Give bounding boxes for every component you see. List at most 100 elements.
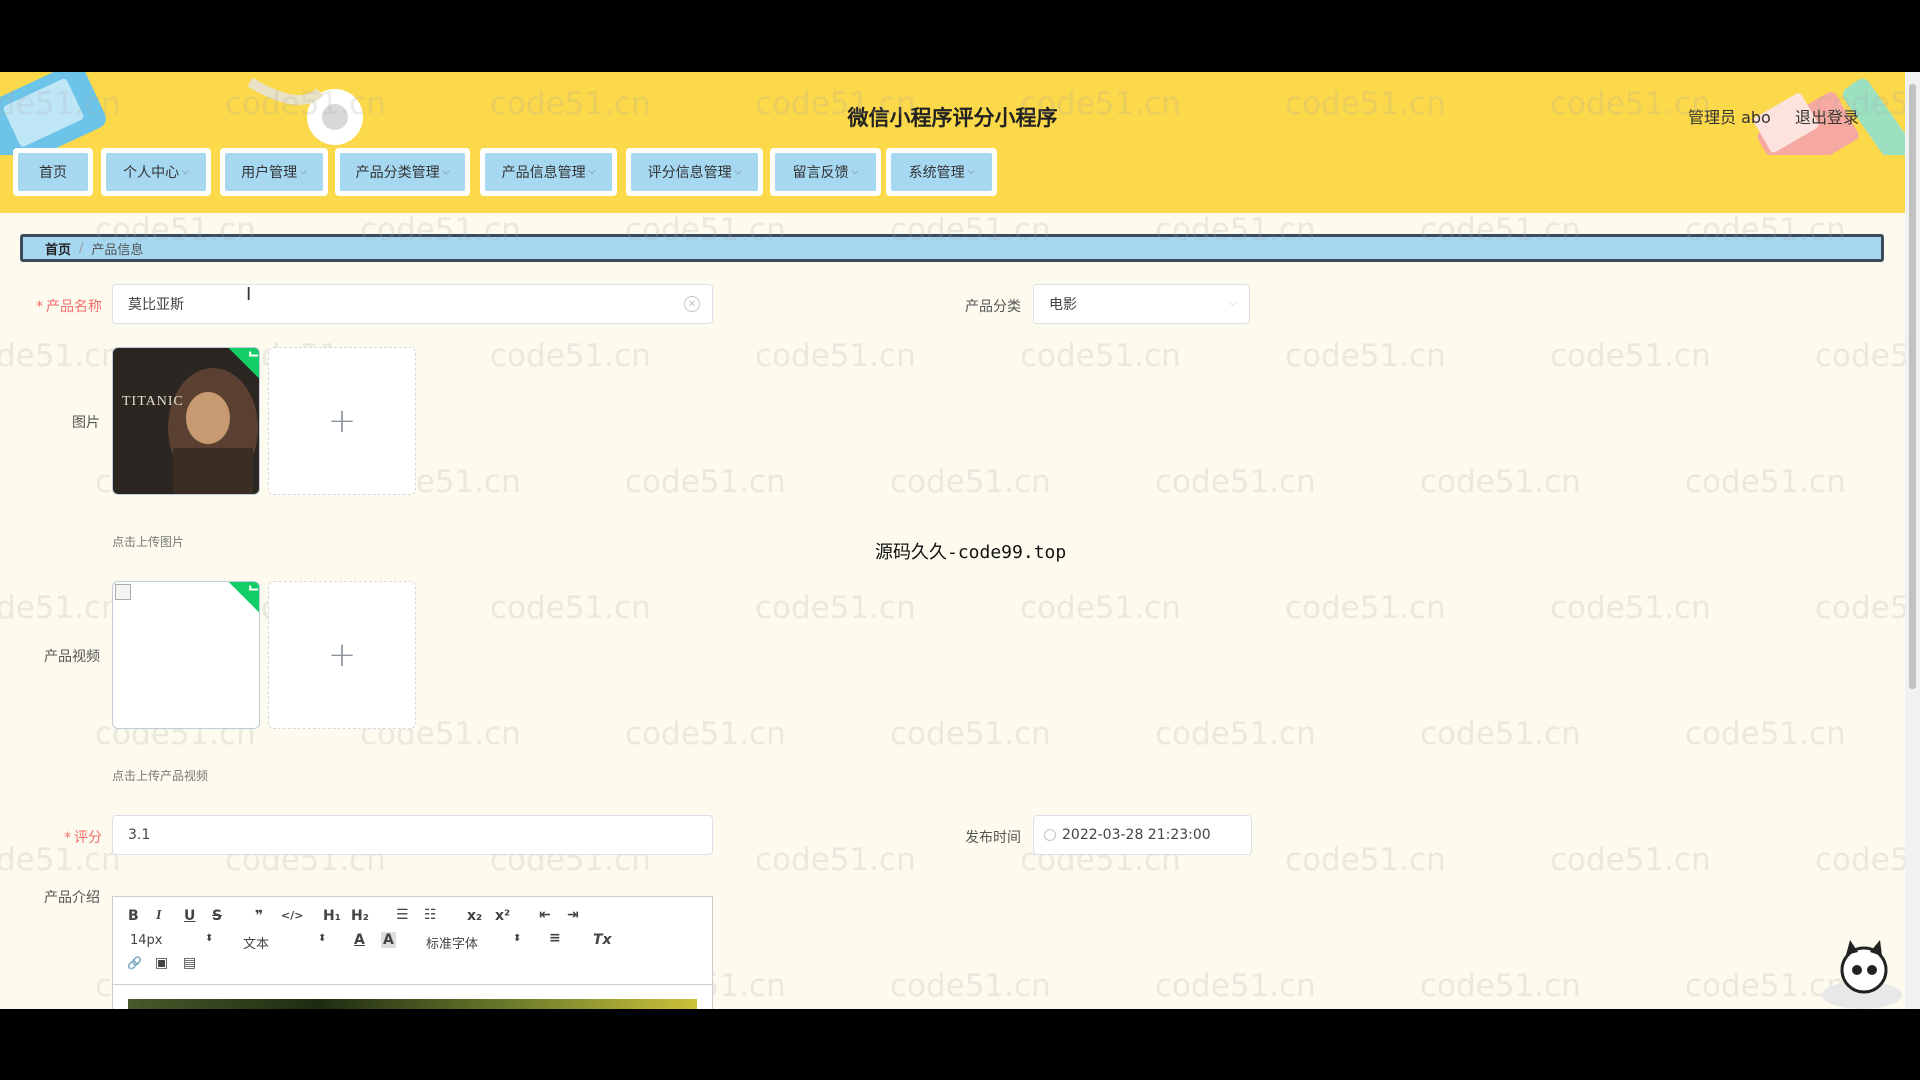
watermark-text: code51.cn — [1155, 464, 1316, 500]
video-upload-add-button[interactable]: + — [268, 581, 416, 729]
watermark-text: code51.cn — [1020, 590, 1181, 626]
rich-text-editor[interactable]: B I U S ❞ </> H₁ H₂ ☰ ☷ x₂ x² ⇤ ⇥ 14px ⬍… — [112, 896, 713, 1009]
chevron-down-icon: ⌵ — [734, 167, 742, 177]
product-name-input[interactable]: 莫比亚斯 ✕ — [112, 284, 713, 324]
logout-link[interactable]: 退出登录 — [1795, 104, 1859, 128]
watermark-text: code51.cn — [1020, 338, 1181, 374]
nav-item-personal-center[interactable]: 个人中心 ⌵ — [101, 148, 211, 196]
font-family-select[interactable]: 标准字体 — [426, 933, 478, 952]
superscript-button[interactable]: x² — [495, 908, 510, 924]
watermark-text: code51.cn — [625, 716, 786, 752]
chevron-down-icon: ⌵ — [442, 167, 450, 177]
score-label: * 评分 — [2, 827, 102, 847]
h2-button[interactable]: H₂ — [351, 908, 369, 924]
bullet-list-button[interactable]: ☷ — [424, 907, 437, 923]
image-button[interactable]: ▣ — [155, 955, 168, 971]
nav-item-product-management[interactable]: 产品信息管理 ⌵ — [480, 148, 617, 196]
watermark-text: code51.cn — [755, 590, 916, 626]
watermark-text: code51.cn — [1685, 716, 1846, 752]
font-size-select[interactable]: 14px — [130, 933, 163, 948]
select-arrows-icon: ⬍ — [513, 933, 522, 944]
code-button[interactable]: </> — [281, 909, 303, 922]
vertical-scrollbar[interactable] — [1905, 72, 1920, 1009]
watermark-text: code51.cn — [890, 464, 1051, 500]
watermark-text: code51.cn — [1155, 716, 1316, 752]
app-title: 微信小程序评分小程序 — [847, 106, 1058, 130]
publish-time-label: 发布时间 — [965, 830, 1021, 846]
watermark-text: code51.cn — [1550, 842, 1711, 878]
nav-item-home[interactable]: 首页 — [13, 148, 93, 196]
video-upload-hint: 点击上传产品视频 — [112, 769, 209, 783]
watermark-text: code51.cn — [1285, 842, 1446, 878]
block-type-select[interactable]: 文本 — [243, 933, 269, 952]
video-thumbnail[interactable] — [112, 581, 260, 729]
publish-time-input[interactable]: 2022-03-28 21:23:00 — [1033, 815, 1252, 855]
underline-button[interactable]: U — [184, 908, 195, 924]
watermark-text: code51.cn — [625, 464, 786, 500]
strike-button[interactable]: S — [212, 908, 222, 924]
image-label: 图片 — [72, 415, 100, 431]
bold-button[interactable]: B — [128, 908, 139, 924]
chevron-down-icon: ⌵ — [182, 167, 189, 177]
header: 微信小程序评分小程序 管理员 abo 退出登录 — [0, 72, 1920, 155]
watermark-text: code51.cn — [1155, 968, 1316, 1004]
nav-label: 留言反馈 — [792, 165, 849, 181]
font-color-button[interactable]: A — [354, 932, 365, 948]
breadcrumb-separator: / — [79, 240, 84, 256]
watermark-text: code51.cn — [890, 968, 1051, 1004]
indent-button[interactable]: ⇥ — [567, 907, 579, 923]
image-thumbnail[interactable]: TITANIC — [112, 347, 260, 495]
admin-user-label: 管理员 abo — [1688, 108, 1771, 127]
nav-item-feedback[interactable]: 留言反馈 ⌵ — [770, 148, 881, 196]
product-name-value: 莫比亚斯 — [128, 297, 184, 313]
watermark-text: code51.cn — [1420, 716, 1581, 752]
watermark-text: code51.cn — [490, 338, 651, 374]
nav-item-system-management[interactable]: 系统管理 ⌵ — [886, 148, 997, 196]
watermark-text: code51.cn — [0, 590, 121, 626]
nav-label: 个人中心 — [123, 165, 180, 181]
watermark-text: code51.cn — [1550, 590, 1711, 626]
nav-item-user-management[interactable]: 用户管理 ⌵ — [220, 148, 328, 196]
check-icon — [249, 585, 259, 591]
editor-toolbar: B I U S ❞ </> H₁ H₂ ☰ ☷ x₂ x² ⇤ ⇥ 14px ⬍… — [113, 897, 712, 985]
chevron-down-icon: ⌵ — [300, 167, 307, 177]
ordered-list-button[interactable]: ☰ — [396, 907, 409, 923]
watermark-text: code51.cn — [1550, 338, 1711, 374]
score-input[interactable]: 3.1 — [112, 815, 713, 855]
outdent-button[interactable]: ⇤ — [539, 907, 551, 923]
h1-button[interactable]: H₁ — [323, 908, 341, 924]
watermark-text: code51.cn — [0, 842, 121, 878]
link-button[interactable]: 🔗 — [127, 956, 142, 970]
italic-button[interactable]: I — [156, 908, 161, 924]
align-button[interactable]: ≡ — [549, 930, 561, 946]
background-color-button[interactable]: A — [381, 932, 396, 948]
watermark-text: code51.cn — [0, 338, 121, 374]
poster-title: TITANIC — [122, 394, 184, 409]
text-cursor-icon: I — [246, 284, 252, 305]
category-select[interactable]: 电影 ⌵ — [1033, 284, 1250, 324]
mascot-cat-icon — [1822, 940, 1902, 1009]
watermark-text: code51.cn — [755, 338, 916, 374]
image-upload-add-button[interactable]: + — [268, 347, 416, 495]
scrollbar-thumb[interactable] — [1909, 84, 1916, 689]
chevron-down-icon: ⌵ — [1228, 296, 1237, 309]
clean-format-button[interactable]: Tx — [593, 932, 612, 948]
required-mark: * — [64, 830, 71, 846]
product-name-label: * 产品名称 — [2, 296, 102, 316]
success-badge — [227, 582, 259, 614]
video-button[interactable]: ▤ — [183, 955, 196, 971]
product-name-label-text: 产品名称 — [46, 299, 102, 315]
chevron-down-icon: ⌵ — [588, 167, 596, 177]
letterbox-bottom — [0, 1009, 1920, 1080]
blockquote-button[interactable]: ❞ — [255, 908, 263, 924]
select-arrows-icon: ⬍ — [318, 933, 327, 944]
nav-item-category-management[interactable]: 产品分类管理 ⌵ — [335, 148, 470, 196]
required-mark: * — [36, 299, 43, 315]
subscript-button[interactable]: x₂ — [467, 908, 482, 924]
watermark-text: code51.cn — [755, 842, 916, 878]
chevron-down-icon: ⌵ — [851, 167, 859, 177]
nav-item-rating-management[interactable]: 评分信息管理 ⌵ — [626, 148, 763, 196]
nav-label: 产品信息管理 — [501, 165, 586, 181]
breadcrumb-home[interactable]: 首页 — [45, 239, 71, 258]
clear-icon[interactable]: ✕ — [684, 296, 700, 312]
